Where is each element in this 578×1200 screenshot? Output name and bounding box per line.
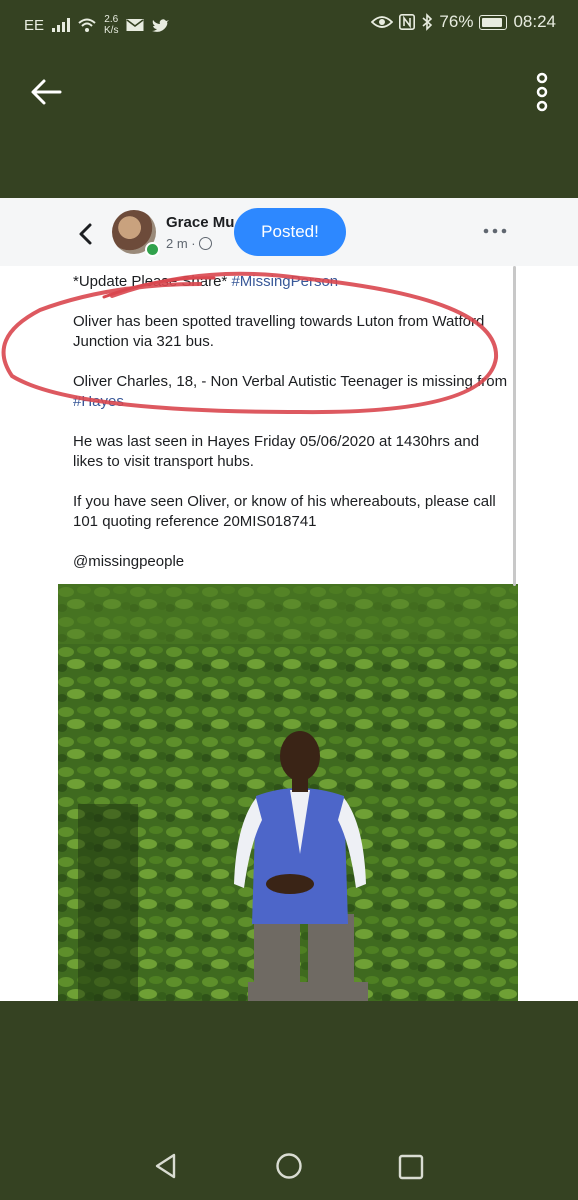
status-bar: EE 2.6 K/s 76% 08:24 (0, 0, 578, 46)
online-indicator (145, 242, 160, 257)
twitter-icon (152, 19, 170, 32)
post-screenshot: Grace Mu 2 m · Posted! *Update Please Sh… (0, 198, 578, 1001)
battery-icon (479, 14, 508, 30)
post-time: 2 m · (166, 236, 196, 251)
post-photo[interactable] (58, 584, 518, 1001)
network-speed: 2.6 K/s (104, 14, 119, 36)
post-paragraph-2: Oliver Charles, 18, - Non Verbal Autisti… (73, 373, 508, 410)
globe-icon (198, 237, 212, 250)
posted-toast: Posted! (234, 208, 346, 256)
post-paragraph-1: Oliver has been spotted travelling towar… (73, 313, 485, 350)
more-options-icon[interactable] (534, 72, 550, 112)
more-horizontal-icon[interactable] (482, 226, 508, 236)
back-arrow-icon[interactable] (28, 74, 64, 110)
clock: 08:24 (513, 12, 556, 31)
nav-recents-icon[interactable] (398, 1154, 424, 1180)
nav-back-icon[interactable] (152, 1152, 180, 1180)
hashtag-missing-person[interactable]: #MissingPerson (231, 273, 338, 290)
author-name[interactable]: Grace Mu (166, 214, 238, 231)
nav-home-icon[interactable] (275, 1152, 303, 1180)
post-header: Grace Mu 2 m · Posted! (0, 198, 578, 266)
hashtag-hayes[interactable]: #Hayes (73, 393, 124, 410)
post-meta: 2 m · (166, 236, 212, 251)
chevron-left-icon[interactable] (76, 222, 96, 246)
mail-icon (126, 19, 144, 31)
post-line-1: *Update Please Share* #MissingPerson (73, 273, 339, 290)
battery-percent: 76% (439, 12, 474, 31)
eye-icon (371, 16, 394, 28)
navigation-bar (0, 1120, 578, 1200)
signal-icon (52, 18, 71, 32)
post-body: *Update Please Share* #MissingPerson Oli… (58, 266, 518, 1001)
wifi-icon (78, 18, 96, 32)
post-paragraph-4: If you have seen Oliver, or know of his … (73, 493, 496, 530)
bluetooth-icon (422, 13, 433, 31)
carrier-label: EE (24, 16, 45, 34)
scrollbar[interactable] (513, 266, 516, 586)
nfc-icon (399, 14, 416, 30)
post-mention[interactable]: @missingpeople (73, 552, 513, 572)
post-paragraph-3: He was last seen in Hayes Friday 05/06/2… (73, 433, 480, 470)
